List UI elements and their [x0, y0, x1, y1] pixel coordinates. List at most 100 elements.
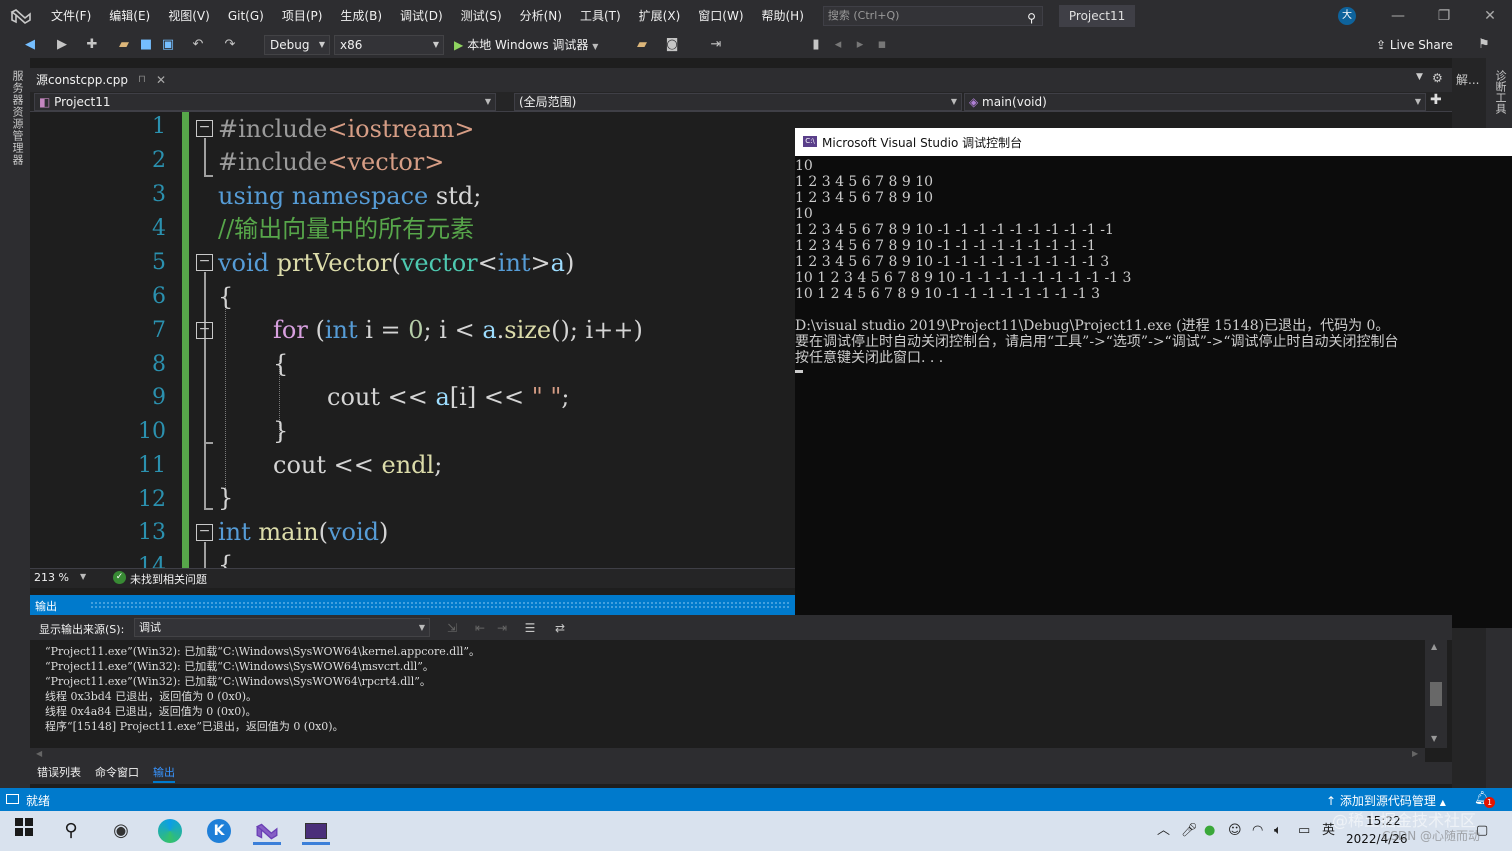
menu-project[interactable]: 项目(P) [273, 0, 332, 32]
menu-debug[interactable]: 调试(D) [391, 0, 452, 32]
visual-studio-taskbar-icon[interactable] [253, 817, 281, 845]
clear-bookmarks-icon[interactable]: ▪ [874, 37, 890, 53]
gear-icon[interactable]: ⚙ [1432, 71, 1443, 85]
folder-icon[interactable]: ▰ [634, 37, 650, 53]
notification-badge: 1 [1484, 797, 1495, 808]
menu-view[interactable]: 视图(V) [159, 0, 219, 32]
find-message-icon[interactable]: ⇲ [444, 620, 460, 636]
tab-solution-explorer[interactable]: 解... [1456, 68, 1479, 92]
code-editor[interactable]: 1 2 3 4 5 6 7 8 9 10 11 12 13 14 − − − −… [30, 112, 795, 568]
save-all-icon[interactable]: ▣ [160, 37, 176, 53]
chevron-up-icon[interactable]: ︿ [1157, 823, 1170, 839]
menu-analyze[interactable]: 分析(N) [511, 0, 571, 32]
scope-dropdown[interactable]: (全局范围) ▼ [514, 93, 962, 111]
screenshot-icon[interactable]: ◙ [664, 37, 680, 53]
console-taskbar-icon[interactable] [302, 817, 330, 845]
word-wrap-icon[interactable]: ⇄ [552, 620, 568, 636]
collapse-icon[interactable]: − [196, 120, 213, 137]
output-vertical-scrollbar[interactable]: ▲ ▼ [1425, 640, 1447, 748]
menu-window[interactable]: 窗口(W) [689, 0, 752, 32]
minimize-icon[interactable]: — [1388, 6, 1408, 26]
scroll-down-icon[interactable]: ▼ [1431, 734, 1437, 743]
drag-handle[interactable] [90, 601, 790, 609]
wechat-icon[interactable]: ● [1204, 823, 1215, 839]
qq-icon[interactable]: ☺ [1228, 823, 1242, 839]
output-horizontal-scrollbar[interactable]: ◀ ▶ [30, 748, 1425, 762]
menu-file[interactable]: 文件(F) [42, 0, 100, 32]
menu-help[interactable]: 帮助(H) [753, 0, 813, 32]
redo-icon[interactable]: ↷ [222, 37, 238, 53]
live-share-button[interactable]: ⇪ Live Share [1376, 35, 1453, 55]
close-icon[interactable]: ✕ [1480, 6, 1500, 26]
microphone-icon[interactable]: 🎤︎ [1181, 823, 1198, 839]
pin-icon[interactable]: ⊓ [138, 68, 146, 92]
tab-output[interactable]: 输出 [153, 765, 175, 783]
next-bookmark-icon[interactable]: ▸ [852, 37, 868, 53]
member-dropdown[interactable]: ◈ main(void) ▼ [964, 93, 1426, 111]
camera-app-icon[interactable]: ◉ [107, 817, 135, 845]
menu-git[interactable]: Git(G) [219, 0, 273, 32]
menu-test[interactable]: 测试(S) [452, 0, 511, 32]
scroll-right-icon[interactable]: ▶ [1412, 749, 1418, 758]
menu-tools[interactable]: 工具(T) [571, 0, 630, 32]
k-app-icon[interactable]: K [205, 817, 233, 845]
console-titlebar[interactable]: C:\ Microsoft Visual Studio 调试控制台 [795, 128, 1512, 156]
restore-icon[interactable]: ❐ [1434, 6, 1454, 26]
line-number: 6 [152, 284, 166, 309]
scroll-up-icon[interactable]: ▲ [1431, 642, 1437, 651]
tab-source-file[interactable]: 源constcpp.cpp ⊓ ✕ [30, 68, 170, 92]
search-input[interactable]: 搜索 (Ctrl+Q) ⚲ [822, 6, 1043, 26]
diagnostic-tools-tab[interactable]: 诊断工具 [1492, 70, 1508, 114]
battery-icon[interactable]: ▭ [1298, 823, 1310, 839]
next-message-icon[interactable]: ⇥ [494, 620, 510, 636]
tab-error-list[interactable]: 错误列表 [37, 765, 81, 781]
zoom-level[interactable]: 213 % [34, 571, 69, 584]
output-panel-header[interactable]: 输出 [30, 595, 795, 615]
menu-build[interactable]: 生成(B) [331, 0, 391, 32]
debug-console-window[interactable]: C:\ Microsoft Visual Studio 调试控制台 10 1 2… [795, 128, 1512, 628]
platform-select[interactable]: x86 ▼ [334, 35, 444, 55]
code-line-11: cout << endl; [273, 451, 443, 479]
avatar[interactable]: 大 [1338, 7, 1356, 25]
collapse-icon[interactable]: − [196, 254, 213, 271]
project-dropdown[interactable]: ◧ Project11 ▼ [34, 93, 496, 111]
chevron-down-icon[interactable]: ▼ [1416, 72, 1423, 82]
prev-message-icon[interactable]: ⇤ [472, 620, 488, 636]
prev-bookmark-icon[interactable]: ◂ [830, 37, 846, 53]
issues-status[interactable]: 未找到相关问题 [130, 571, 207, 587]
chevron-down-icon[interactable]: ▼ [80, 572, 86, 581]
edge-browser-icon[interactable] [156, 817, 184, 845]
windows-start-icon[interactable] [10, 817, 38, 845]
visual-studio-logo-icon[interactable] [0, 0, 42, 32]
close-icon[interactable]: ✕ [156, 68, 166, 92]
scrollbar-thumb[interactable] [1430, 682, 1442, 706]
menu-extensions[interactable]: 扩展(X) [630, 0, 690, 32]
collapse-icon[interactable]: − [196, 322, 213, 339]
start-debugging-button[interactable]: ▶ 本地 Windows 调试器 ▼ [454, 35, 598, 57]
open-folder-icon[interactable]: ▰ [116, 37, 132, 53]
code-line-6: { [218, 283, 234, 311]
wifi-icon[interactable]: ◠ [1252, 823, 1263, 839]
clear-all-icon[interactable]: ☰ [522, 620, 538, 636]
output-source-select[interactable]: 调试 ▼ [134, 618, 430, 637]
forward-icon[interactable]: ▶ [54, 37, 70, 53]
save-icon[interactable]: ■ [138, 37, 154, 53]
split-window-icon[interactable]: ✚ [1430, 92, 1442, 108]
console-line: D:\visual studio 2019\Project11\Debug\Pr… [795, 318, 1390, 334]
indent-icon[interactable]: ⇥ [708, 37, 724, 53]
server-explorer-tab[interactable]: 服务器资源管理器 [9, 70, 25, 166]
back-icon[interactable]: ◀ [22, 37, 38, 53]
new-project-icon[interactable]: ✚ [84, 37, 100, 53]
fold-guide [204, 508, 213, 510]
configuration-select[interactable]: Debug ▼ [264, 35, 330, 55]
collapse-icon[interactable]: − [196, 524, 213, 541]
output-text[interactable]: “Project11.exe”(Win32): 已加载“C:\Windows\S… [30, 640, 1425, 748]
search-icon[interactable]: ⚲ [57, 817, 85, 845]
menu-edit[interactable]: 编辑(E) [100, 0, 159, 32]
volume-icon[interactable]: 🔈︎ [1274, 823, 1282, 839]
undo-icon[interactable]: ↶ [190, 37, 206, 53]
scroll-left-icon[interactable]: ◀ [36, 749, 42, 758]
tab-command-window[interactable]: 命令窗口 [95, 765, 139, 781]
bookmark-icon[interactable]: ▮ [808, 37, 824, 53]
feedback-icon[interactable]: ⚑ [1476, 37, 1492, 53]
